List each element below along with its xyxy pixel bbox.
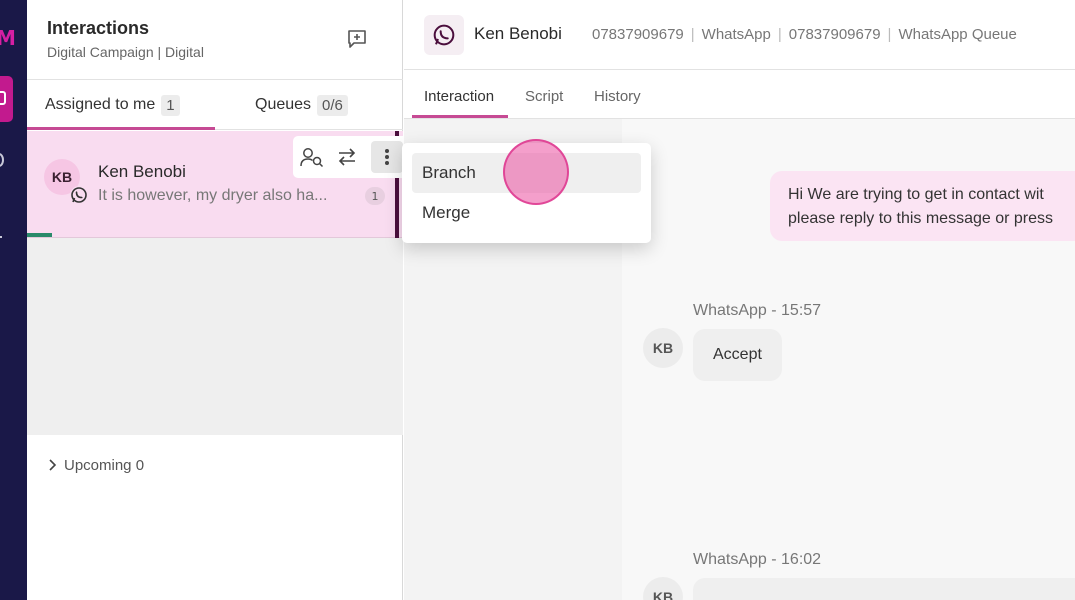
chat-icon xyxy=(0,91,6,105)
chevron-right-icon xyxy=(49,459,57,471)
item-actions-toolbar xyxy=(293,136,420,178)
incoming-message: Accept xyxy=(693,329,782,381)
nav-item-icon[interactable] xyxy=(0,153,4,167)
panel-tabs: Assigned to me 1 Queues 0/6 xyxy=(27,80,403,130)
tab-label: Assigned to me xyxy=(45,96,156,113)
message-meta: WhatsApp - 15:57 xyxy=(693,302,822,319)
tab-count: 0/6 xyxy=(317,94,348,116)
message-plus-icon xyxy=(348,30,366,48)
message-preview: It is however, my dryer also ha... xyxy=(98,187,328,204)
timer-bar xyxy=(27,233,52,237)
app-logo: M xyxy=(0,26,16,50)
transfer-icon xyxy=(338,148,356,166)
tab-assigned-to-me[interactable]: Assigned to me 1 xyxy=(45,80,180,130)
whatsapp-icon xyxy=(70,186,88,204)
message-text: Hi We are trying to get in contact wit xyxy=(788,186,1044,203)
active-tab-indicator xyxy=(412,115,508,118)
interaction-list: KB Ken Benobi It is however, my dryer al… xyxy=(27,131,420,435)
tab-count: 1 xyxy=(161,94,180,116)
message-text-2: please reply to this message or press xyxy=(788,210,1054,227)
tab-script[interactable]: Script xyxy=(525,88,563,105)
unread-badge: 1 xyxy=(365,187,385,205)
tab-queues[interactable]: Queues 0/6 xyxy=(255,80,348,130)
interactions-panel: Interactions Digital Campaign | Digital … xyxy=(27,0,420,600)
nav-item-icon-2[interactable] xyxy=(0,236,2,238)
message-meta: WhatsApp - 16:02 xyxy=(693,551,822,568)
panel-title: Interactions xyxy=(47,18,150,38)
incoming-message xyxy=(693,578,1075,600)
conversation-panel: Ken Benobi 07837909679 | WhatsApp | 07837909… xyxy=(404,0,1075,600)
nav-rail: M xyxy=(0,0,27,600)
phone-number-2: 07837909679 xyxy=(788,26,881,43)
list-item[interactable]: KB Ken Benobi It is however, my dryer al… xyxy=(27,131,420,238)
whatsapp-icon xyxy=(424,15,464,55)
contact-name: Ken Benobi xyxy=(474,24,562,43)
message-text: Accept xyxy=(713,346,762,363)
more-options-menu: Branch Merge xyxy=(402,143,651,243)
new-interaction-button[interactable] xyxy=(345,27,369,51)
assign-button[interactable] xyxy=(296,141,328,173)
user-search-icon xyxy=(300,148,324,168)
more-options-button[interactable] xyxy=(371,141,403,173)
tab-interaction[interactable]: Interaction xyxy=(424,88,494,105)
menu-item-merge[interactable]: Merge xyxy=(412,193,641,233)
queue-name: WhatsApp Queue xyxy=(898,26,1017,43)
avatar: KB xyxy=(643,328,683,368)
outgoing-message: Hi We are trying to get in contact wit p… xyxy=(770,171,1075,241)
contact-name: Ken Benobi xyxy=(98,162,186,181)
panel-header: Interactions Digital Campaign | Digital xyxy=(27,0,403,80)
conversation-header: Ken Benobi 07837909679 | WhatsApp | 07837909… xyxy=(404,0,1075,70)
panel-subtitle: Digital Campaign | Digital xyxy=(47,44,204,60)
tab-history[interactable]: History xyxy=(594,88,641,105)
phone-number: 07837909679 xyxy=(592,26,684,43)
upcoming-toggle[interactable]: Upcoming 0 xyxy=(27,435,403,495)
nav-item-interactions[interactable] xyxy=(0,76,13,122)
transfer-button[interactable] xyxy=(331,141,363,173)
more-vertical-icon xyxy=(385,149,389,165)
tab-label: Queues xyxy=(255,96,312,113)
channel-name: WhatsApp xyxy=(701,26,771,43)
upcoming-label: Upcoming 0 xyxy=(64,456,145,474)
contact-meta: 07837909679 | WhatsApp | 07837909679 | WhatsAp… xyxy=(592,26,1017,43)
active-tab-indicator xyxy=(27,127,215,130)
conversation-tabs: Interaction Script History xyxy=(404,71,1075,119)
menu-item-branch[interactable]: Branch xyxy=(412,153,641,193)
